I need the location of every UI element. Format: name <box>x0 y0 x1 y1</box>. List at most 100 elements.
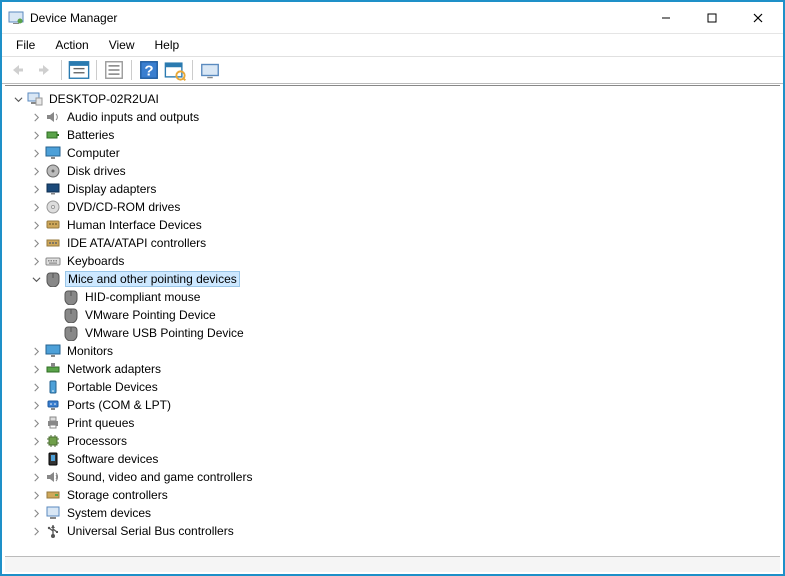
chevron-right-icon[interactable] <box>29 452 43 466</box>
category-node[interactable]: Print queues <box>9 414 780 432</box>
monitor-icon <box>45 343 61 359</box>
separator <box>131 60 132 80</box>
menu-view[interactable]: View <box>101 36 143 54</box>
device-node[interactable]: HID-compliant mouse <box>9 288 780 306</box>
device-label: HID-compliant mouse <box>83 290 202 304</box>
add-legacy-hardware-button[interactable] <box>198 58 222 82</box>
no-chevron <box>47 308 61 322</box>
category-node[interactable]: Disk drives <box>9 162 780 180</box>
category-node[interactable]: Software devices <box>9 450 780 468</box>
category-label: System devices <box>65 506 153 520</box>
device-node[interactable]: VMware USB Pointing Device <box>9 324 780 342</box>
category-node[interactable]: Monitors <box>9 342 780 360</box>
chevron-right-icon[interactable] <box>29 506 43 520</box>
chevron-right-icon[interactable] <box>29 362 43 376</box>
category-node[interactable]: DVD/CD-ROM drives <box>9 198 780 216</box>
chevron-right-icon[interactable] <box>29 344 43 358</box>
chevron-right-icon[interactable] <box>29 146 43 160</box>
category-node[interactable]: Display adapters <box>9 180 780 198</box>
category-label: Batteries <box>65 128 116 142</box>
menu-file[interactable]: File <box>8 36 43 54</box>
close-button[interactable] <box>735 3 781 33</box>
category-label: DVD/CD-ROM drives <box>65 200 182 214</box>
category-label: Display adapters <box>65 182 158 196</box>
properties-button[interactable] <box>102 58 126 82</box>
menu-help[interactable]: Help <box>147 36 188 54</box>
forward-button <box>32 58 56 82</box>
chevron-right-icon[interactable] <box>29 488 43 502</box>
disk-icon <box>45 163 61 179</box>
menu-action[interactable]: Action <box>47 36 96 54</box>
back-button <box>6 58 30 82</box>
category-node[interactable]: Mice and other pointing devices <box>9 270 780 288</box>
chevron-right-icon[interactable] <box>29 380 43 394</box>
ide-icon <box>45 235 61 251</box>
battery-icon <box>45 127 61 143</box>
root-label: DESKTOP-02R2UAI <box>47 92 161 106</box>
window-title: Device Manager <box>30 11 643 25</box>
no-chevron <box>47 290 61 304</box>
chevron-right-icon[interactable] <box>29 416 43 430</box>
maximize-button[interactable] <box>689 3 735 33</box>
portable-icon <box>45 379 61 395</box>
category-node[interactable]: Network adapters <box>9 360 780 378</box>
scan-hardware-button[interactable] <box>163 58 187 82</box>
minimize-button[interactable] <box>643 3 689 33</box>
chevron-right-icon[interactable] <box>29 200 43 214</box>
chevron-down-icon[interactable] <box>11 92 25 106</box>
category-node[interactable]: System devices <box>9 504 780 522</box>
category-node[interactable]: Storage controllers <box>9 486 780 504</box>
category-node[interactable]: Keyboards <box>9 252 780 270</box>
device-tree[interactable]: DESKTOP-02R2UAI Audio inputs and outputs… <box>5 85 780 554</box>
device-node[interactable]: VMware Pointing Device <box>9 306 780 324</box>
category-label: Mice and other pointing devices <box>65 271 240 287</box>
category-label: Universal Serial Bus controllers <box>65 524 236 538</box>
chevron-right-icon[interactable] <box>29 434 43 448</box>
root-node[interactable]: DESKTOP-02R2UAI <box>9 90 780 108</box>
category-node[interactable]: Universal Serial Bus controllers <box>9 522 780 540</box>
category-label: Audio inputs and outputs <box>65 110 201 124</box>
speaker-icon <box>45 109 61 125</box>
category-node[interactable]: Processors <box>9 432 780 450</box>
show-hide-tree-button[interactable] <box>67 58 91 82</box>
category-label: Ports (COM & LPT) <box>65 398 173 412</box>
printer-icon <box>45 415 61 431</box>
chevron-right-icon[interactable] <box>29 398 43 412</box>
category-label: Print queues <box>65 416 136 430</box>
chevron-down-icon[interactable] <box>29 272 43 286</box>
category-node[interactable]: Portable Devices <box>9 378 780 396</box>
device-label: VMware Pointing Device <box>83 308 218 322</box>
chevron-right-icon[interactable] <box>29 218 43 232</box>
toolbar: ? <box>2 56 783 84</box>
category-node[interactable]: Computer <box>9 144 780 162</box>
chevron-right-icon[interactable] <box>29 254 43 268</box>
category-node[interactable]: Sound, video and game controllers <box>9 468 780 486</box>
category-label: Storage controllers <box>65 488 170 502</box>
statusbar <box>5 556 780 572</box>
category-node[interactable]: Batteries <box>9 126 780 144</box>
category-node[interactable]: Human Interface Devices <box>9 216 780 234</box>
chevron-right-icon[interactable] <box>29 182 43 196</box>
category-node[interactable]: Audio inputs and outputs <box>9 108 780 126</box>
category-node[interactable]: Ports (COM & LPT) <box>9 396 780 414</box>
category-node[interactable]: IDE ATA/ATAPI controllers <box>9 234 780 252</box>
chevron-right-icon[interactable] <box>29 128 43 142</box>
mouse-icon <box>63 307 79 323</box>
monitor-icon <box>45 145 61 161</box>
system-icon <box>45 505 61 521</box>
cpu-icon <box>45 433 61 449</box>
mouse-icon <box>45 271 61 287</box>
category-label: Portable Devices <box>65 380 160 394</box>
chevron-right-icon[interactable] <box>29 236 43 250</box>
display-icon <box>45 181 61 197</box>
usb-icon <box>45 523 61 539</box>
help-button[interactable]: ? <box>137 58 161 82</box>
chevron-right-icon[interactable] <box>29 470 43 484</box>
storage-icon <box>45 487 61 503</box>
chevron-right-icon[interactable] <box>29 110 43 124</box>
keyboard-icon <box>45 253 61 269</box>
software-icon <box>45 451 61 467</box>
chevron-right-icon[interactable] <box>29 524 43 538</box>
chevron-right-icon[interactable] <box>29 164 43 178</box>
computer-icon <box>27 91 43 107</box>
